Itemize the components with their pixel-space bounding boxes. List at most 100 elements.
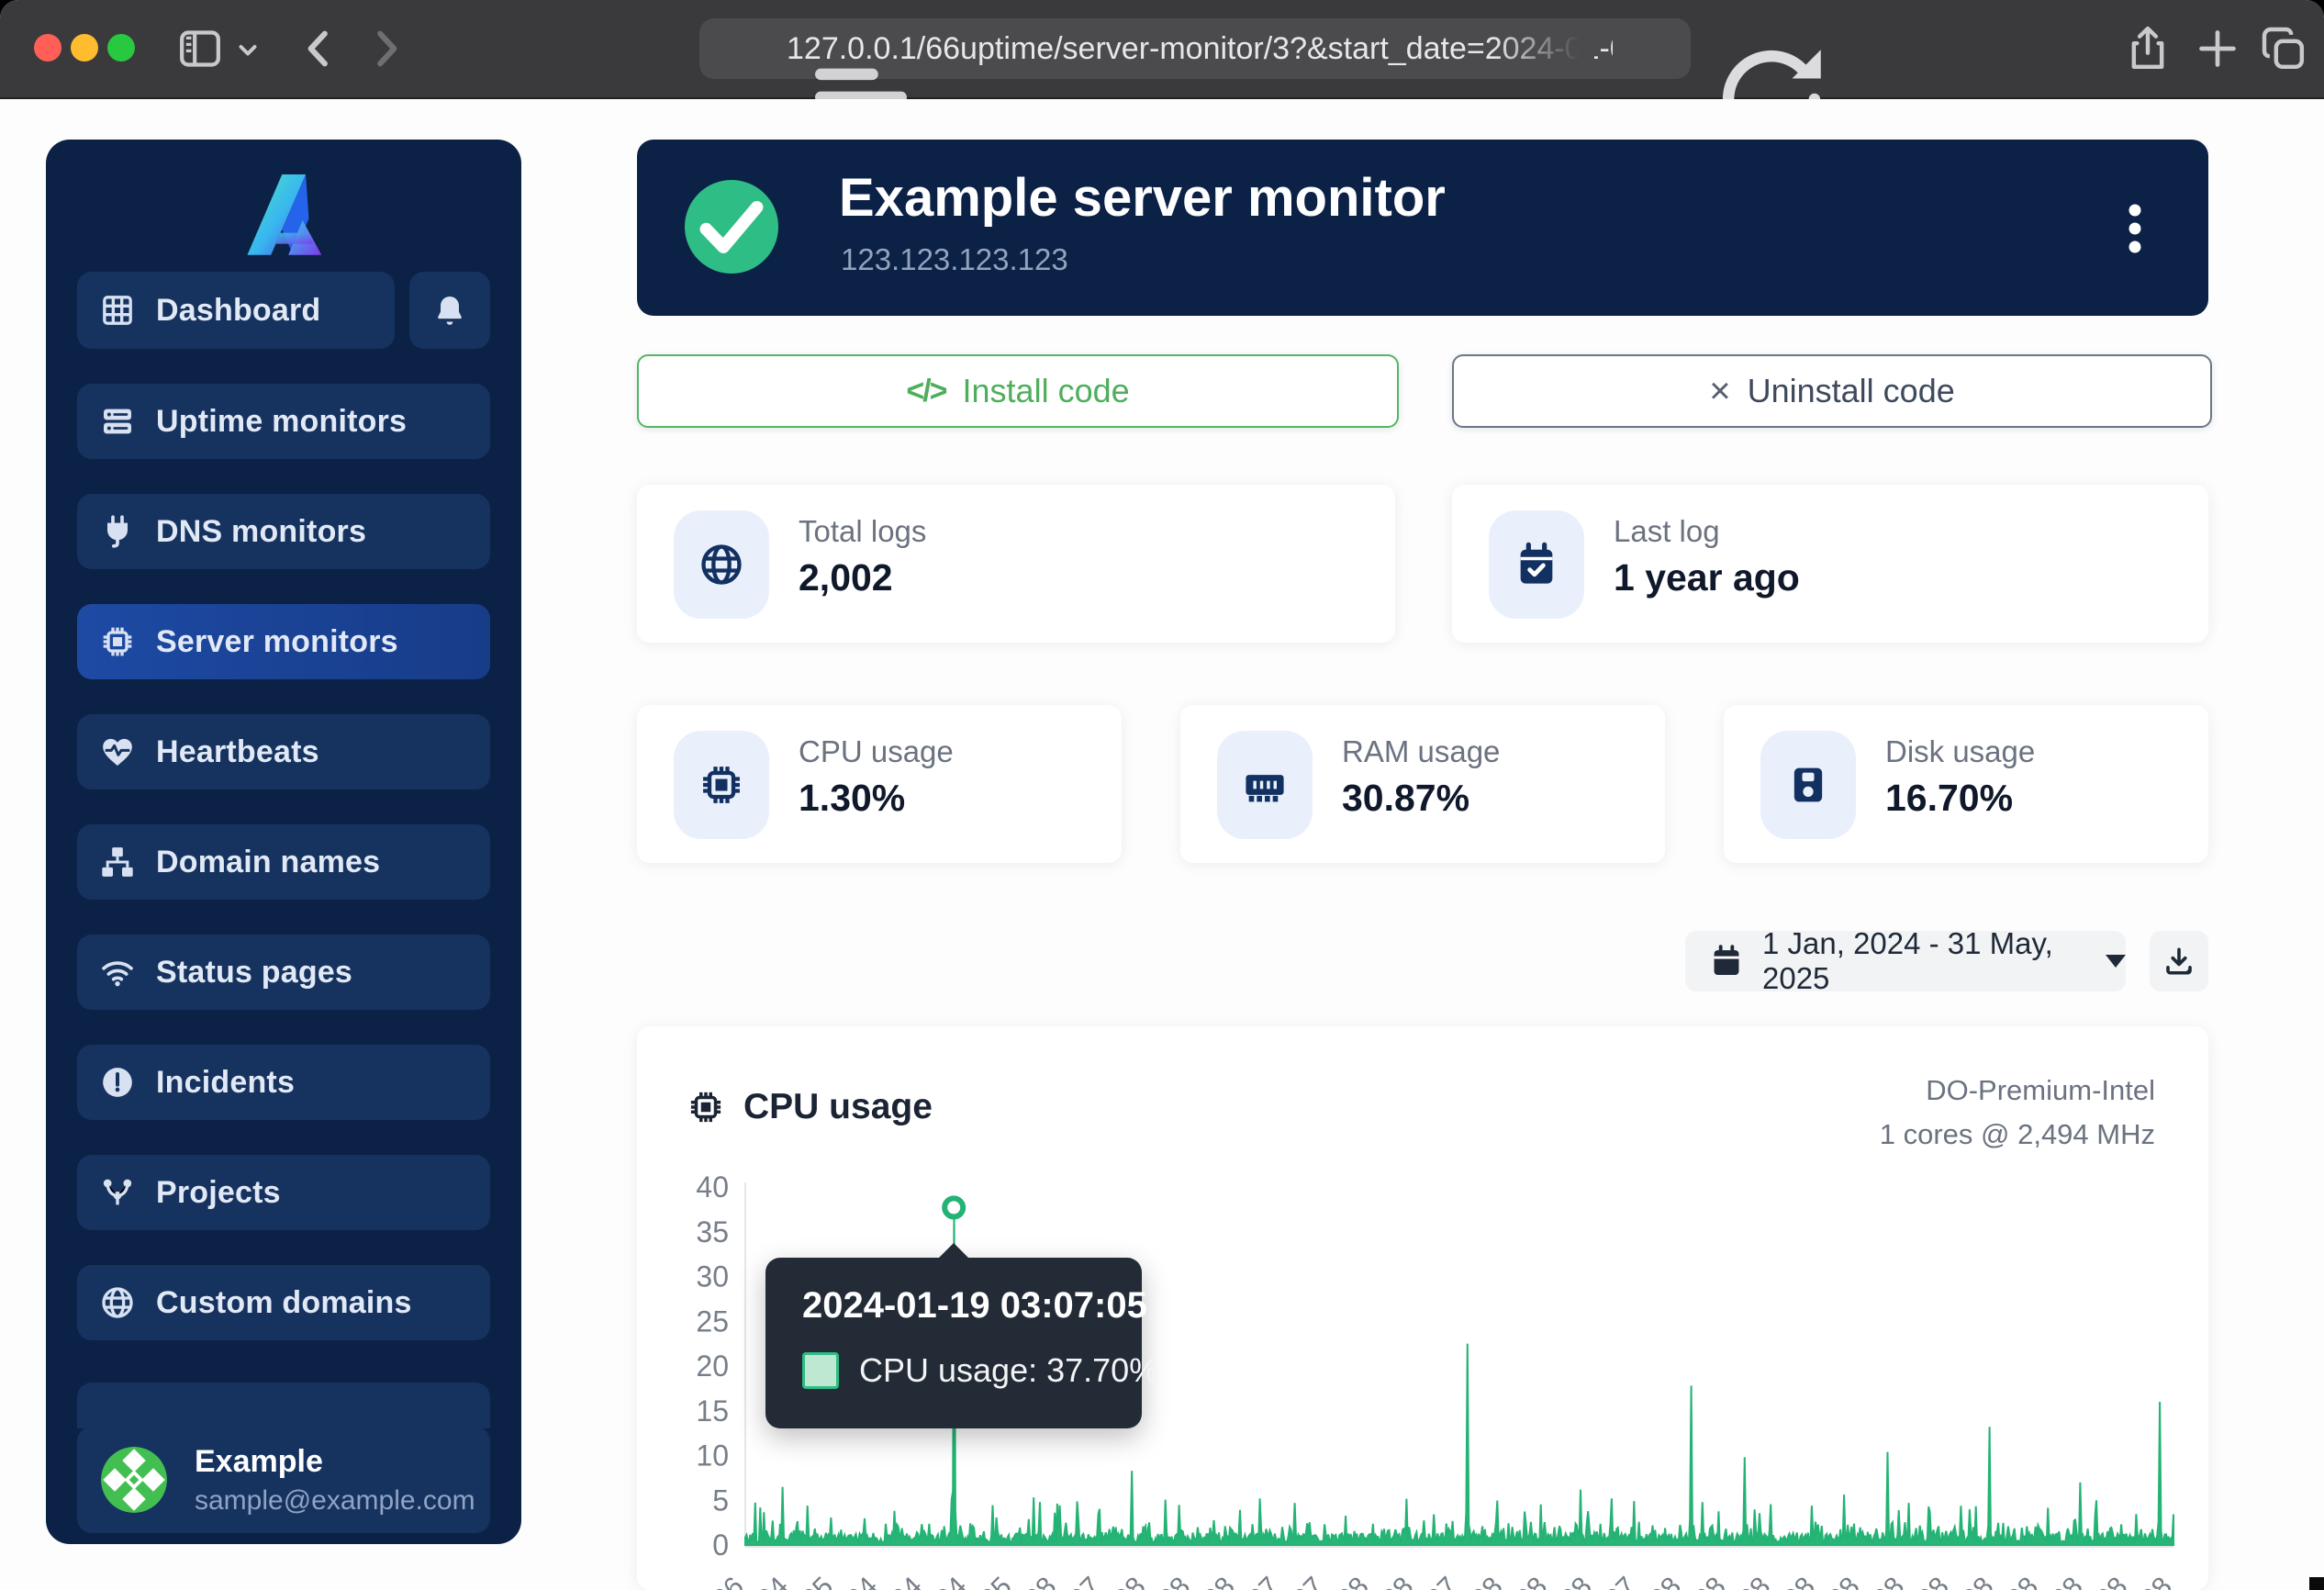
sidebar-item-label: DNS monitors: [156, 514, 366, 550]
page-title: Example server monitor: [839, 167, 1446, 229]
sidebar-item-uptime-monitors[interactable]: Uptime monitors: [77, 384, 490, 459]
svg-text:07: 07: [1600, 1572, 1643, 1590]
sidebar: Dashboard Uptime monitors DNS monitors Ser…: [46, 140, 521, 1544]
svg-text:08: 08: [1778, 1572, 1821, 1590]
chart-title: CPU usage: [687, 1087, 933, 1127]
svg-text:08: 08: [2046, 1572, 2089, 1590]
date-range-label: 1 Jan, 2024 - 31 May, 2025: [1762, 926, 2085, 996]
sidebar-item-dashboard[interactable]: Dashboard: [77, 272, 395, 349]
svg-text:04: 04: [930, 1572, 973, 1590]
sidebar-item-label: Uptime monitors: [156, 404, 407, 440]
status-ok-icon: [685, 180, 778, 274]
sidebar-item-label: Incidents: [156, 1065, 295, 1101]
stat-label: CPU usage: [799, 734, 954, 769]
stat-label: RAM usage: [1342, 734, 1500, 769]
sidebar-item-domain-names[interactable]: Domain names: [77, 824, 490, 900]
disk-usage-card: Disk usage 16.70%: [1724, 705, 2208, 863]
svg-text:20: 20: [696, 1349, 729, 1383]
svg-text:08: 08: [1644, 1572, 1687, 1590]
sidebar-item-label: Dashboard: [156, 293, 320, 329]
svg-text:06: 06: [707, 1572, 750, 1590]
uninstall-code-button[interactable]: × Uninstall code: [1452, 354, 2212, 428]
svg-text:0: 0: [712, 1528, 729, 1562]
code-icon: </>: [906, 374, 945, 409]
kebab-menu-icon[interactable]: [2126, 200, 2144, 257]
svg-text:08: 08: [1912, 1572, 1955, 1590]
forward-button[interactable]: [360, 23, 411, 74]
cpu-icon: [687, 1088, 725, 1126]
monitor-ip: 123.123.123.123: [841, 242, 1068, 277]
svg-text:08: 08: [1867, 1572, 1910, 1590]
svg-text:08: 08: [2001, 1572, 2044, 1590]
sidebar-user-card[interactable]: Example sample@example.com: [77, 1427, 490, 1533]
url-text: 127.0.0.1/66uptime/server-monitor/3?&sta…: [787, 18, 1613, 79]
reload-icon[interactable]: [1634, 30, 1670, 67]
cpu-icon: [99, 623, 136, 660]
install-code-button[interactable]: </> Install code: [637, 354, 1399, 428]
svg-text:05: 05: [975, 1572, 1018, 1590]
sidebar-item-label: Server monitors: [156, 624, 398, 660]
caret-down-icon: [2106, 955, 2126, 968]
svg-text:35: 35: [696, 1215, 729, 1248]
reader-icon[interactable]: [723, 31, 758, 66]
cpu-usage-card: CPU usage 1.30%: [637, 705, 1122, 863]
sitemap-icon: [99, 844, 136, 880]
close-window-button[interactable]: [34, 34, 61, 62]
stat-label: Disk usage: [1885, 734, 2035, 769]
zoom-window-button[interactable]: [107, 34, 135, 62]
address-bar[interactable]: 127.0.0.1/66uptime/server-monitor/3?&sta…: [699, 18, 1691, 79]
app-logo-icon: [233, 163, 334, 264]
svg-text:08: 08: [1198, 1572, 1241, 1590]
sidebar-item-server-monitors[interactable]: Server monitors: [77, 604, 490, 679]
disk-icon: [1760, 731, 1856, 839]
stat-value: 1.30%: [799, 777, 905, 820]
server-plan-label: DO-Premium-Intel: [1926, 1074, 2155, 1107]
browser-toolbar: 127.0.0.1/66uptime/server-monitor/3?&sta…: [0, 0, 2324, 99]
sidebar-item-partial[interactable]: [77, 1383, 490, 1428]
minimize-window-button[interactable]: [71, 34, 98, 62]
svg-text:08: 08: [2135, 1572, 2178, 1590]
chart-title-label: CPU usage: [743, 1087, 933, 1127]
browser-window: 127.0.0.1/66uptime/server-monitor/3?&sta…: [0, 0, 2324, 1590]
sidebar-item-label: Custom domains: [156, 1285, 412, 1321]
cpu-icon: [674, 731, 769, 839]
sidebar-item-custom-domains[interactable]: Custom domains: [77, 1265, 490, 1340]
sidebar-item-heartbeats[interactable]: Heartbeats: [77, 714, 490, 789]
back-button[interactable]: [294, 23, 345, 74]
date-range-picker[interactable]: 1 Jan, 2024 - 31 May, 2025: [1685, 931, 2126, 991]
monitor-header-card: Example server monitor 123.123.123.123: [637, 140, 2208, 316]
svg-text:04: 04: [752, 1572, 795, 1590]
svg-text:08: 08: [1510, 1572, 1553, 1590]
notifications-button[interactable]: [409, 272, 490, 349]
url-fade-overlay: [1493, 22, 1594, 75]
tab-overview-icon[interactable]: [2258, 23, 2309, 74]
sidebar-item-projects[interactable]: Projects: [77, 1155, 490, 1230]
server-stack-icon: [99, 403, 136, 440]
svg-text:07: 07: [1421, 1572, 1464, 1590]
sidebar-item-dns-monitors[interactable]: DNS monitors: [77, 494, 490, 569]
svg-text:08: 08: [1823, 1572, 1866, 1590]
svg-text:08: 08: [1957, 1572, 2000, 1590]
share-nodes-icon: [99, 1174, 136, 1211]
svg-text:07: 07: [1064, 1572, 1107, 1590]
download-button[interactable]: [2150, 931, 2208, 991]
share-icon[interactable]: [2122, 23, 2173, 74]
svg-text:15: 15: [696, 1394, 729, 1428]
new-tab-button[interactable]: [2192, 23, 2243, 74]
bell-icon: [431, 292, 468, 329]
stat-label: Total logs: [799, 514, 926, 549]
install-code-label: Install code: [963, 372, 1130, 410]
sidebar-item-incidents[interactable]: Incidents: [77, 1045, 490, 1120]
svg-text:07: 07: [1287, 1572, 1330, 1590]
sidebar-item-label: Domain names: [156, 845, 380, 880]
sidebar-item-label: Status pages: [156, 955, 352, 991]
svg-text:07: 07: [1243, 1572, 1286, 1590]
sidebar-toggle-icon[interactable]: [174, 23, 226, 74]
sidebar-item-status-pages[interactable]: Status pages: [77, 935, 490, 1010]
stat-value: 30.87%: [1342, 777, 1469, 820]
chevron-down-icon[interactable]: [231, 33, 264, 66]
user-name: Example: [195, 1444, 475, 1480]
cpu-chart-card: CPU usage DO-Premium-Intel 1 cores @ 2,4…: [637, 1026, 2208, 1590]
svg-text:08: 08: [1153, 1572, 1196, 1590]
svg-text:10: 10: [696, 1439, 729, 1472]
